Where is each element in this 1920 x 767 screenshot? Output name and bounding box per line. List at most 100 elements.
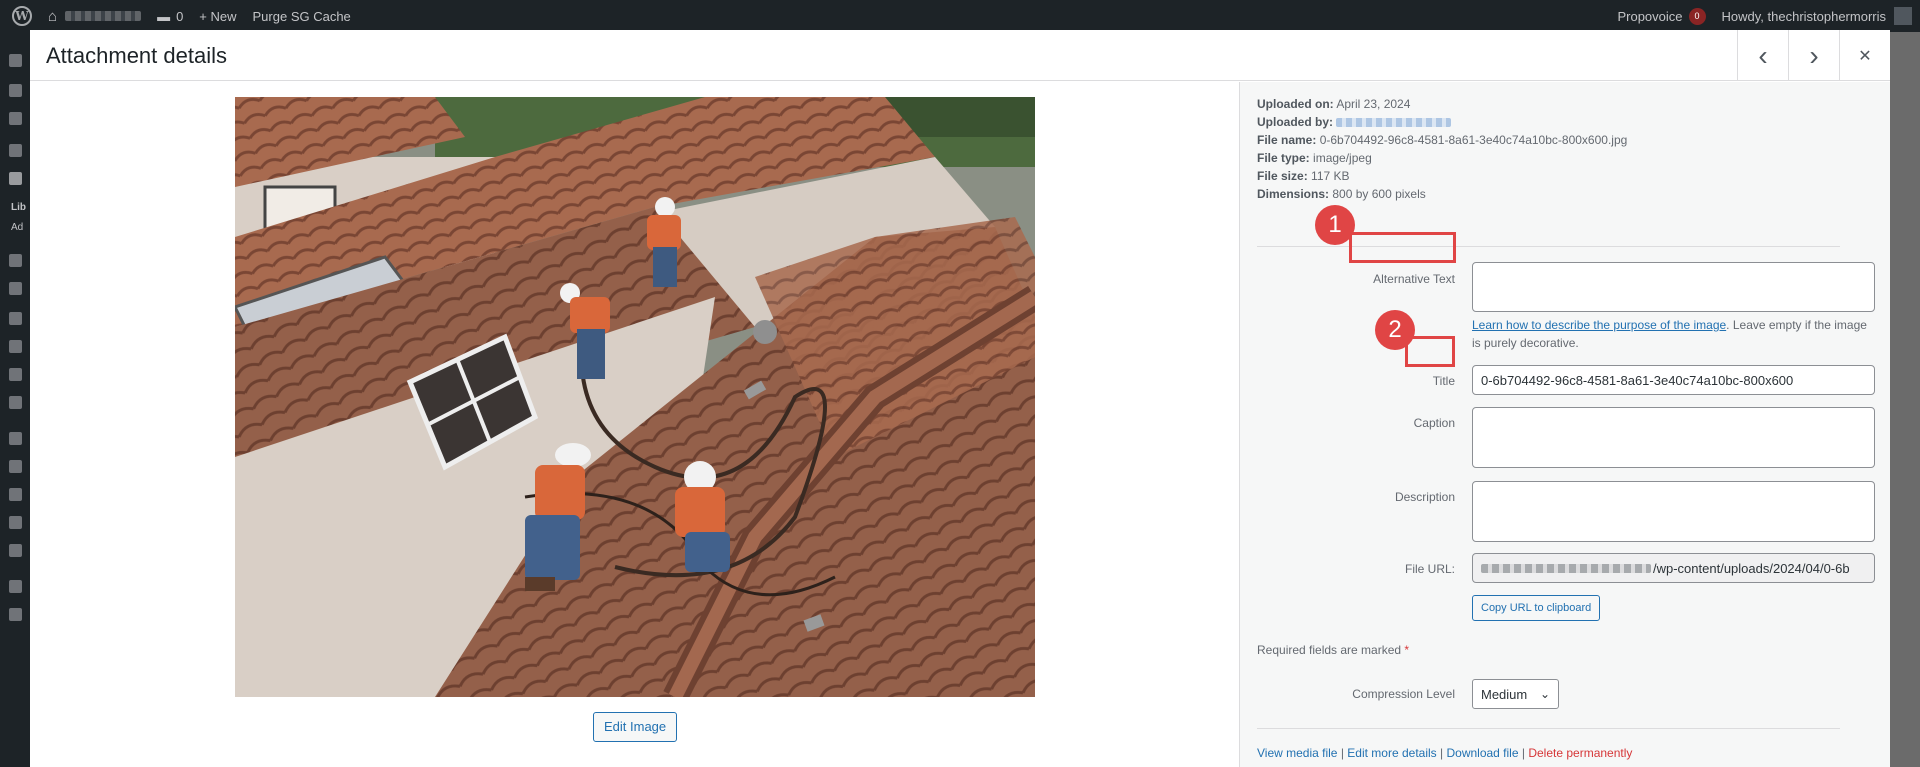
uploaded-on-row: Uploaded on: April 23, 2024 (1257, 95, 1627, 113)
dimensions-value: 800 by 600 pixels (1332, 187, 1426, 201)
uploaded-on-label: Uploaded on: (1257, 97, 1334, 111)
dimensions-row: Dimensions: 800 by 600 pixels (1257, 185, 1627, 203)
avatar (1894, 7, 1912, 25)
image-preview-pane: Edit Image (30, 82, 1239, 767)
file-type-value: image/jpeg (1313, 151, 1372, 165)
propovoice-menu[interactable]: Propovoice 0 (1609, 0, 1713, 32)
chevron-left-icon: ‹ (1758, 39, 1768, 71)
description-label: Description (1394, 490, 1455, 504)
uploaded-by-label: Uploaded by: (1257, 115, 1334, 129)
alt-text-help: Learn how to describe the purpose of the… (1472, 316, 1872, 352)
pin-icon[interactable] (9, 144, 22, 157)
users-group-icon[interactable] (9, 112, 22, 125)
annotation-marker-1: 1 (1315, 205, 1355, 245)
uploaded-by-row: Uploaded by: (1257, 113, 1627, 131)
file-type-row: File type: image/jpeg (1257, 149, 1627, 167)
uploaded-on-value: April 23, 2024 (1336, 97, 1411, 111)
previous-button[interactable]: ‹ (1737, 30, 1788, 81)
attachment-details-sidebar: Uploaded on: April 23, 2024 Uploaded by:… (1239, 82, 1890, 767)
edit-image-button[interactable]: Edit Image (593, 712, 678, 742)
file-url-domain-blurred (1481, 563, 1651, 573)
sidebar-item-library[interactable]: Lib (11, 202, 26, 213)
settings-icon[interactable] (9, 544, 22, 557)
required-fields-note: Required fields are marked * (1257, 643, 1409, 657)
close-button[interactable]: ✕ (1839, 30, 1890, 81)
chevron-right-icon: › (1809, 39, 1819, 71)
admin-bar: W ⌂ ▬ 0 + New Purge SG Cache Propovoice … (0, 0, 1920, 32)
purge-cache-label: Purge SG Cache (252, 8, 351, 24)
alt-text-help-link[interactable]: Learn how to describe the purpose of the… (1472, 318, 1726, 332)
caption-field[interactable] (1472, 407, 1875, 468)
plugin-extra-icon[interactable] (9, 580, 22, 593)
comments-icon[interactable] (9, 312, 22, 325)
close-icon: ✕ (1858, 47, 1872, 65)
separator: | (1440, 746, 1444, 760)
file-size-value: 117 KB (1311, 169, 1350, 183)
comments-menu[interactable]: ▬ 0 (149, 0, 191, 32)
file-name-row: File name: 0-6b704492-96c8-4581-8a61-3e4… (1257, 131, 1627, 149)
pin-icon-2[interactable] (9, 340, 22, 353)
edit-more-details-link[interactable]: Edit more details (1347, 746, 1436, 760)
compression-level-select[interactable]: Medium ⌄ (1472, 679, 1559, 709)
wp-logo-menu[interactable]: W (0, 0, 40, 32)
title-highlight-box (1405, 336, 1455, 367)
divider (1257, 246, 1840, 247)
pages-icon[interactable] (9, 254, 22, 267)
new-content-menu[interactable]: + New (191, 0, 244, 32)
tools-icon[interactable] (9, 516, 22, 529)
compression-level-label: Compression Level (1352, 687, 1455, 701)
plugins-icon[interactable] (9, 460, 22, 473)
admin-side-menu: Lib Ad (0, 32, 30, 767)
chevron-down-icon: ⌄ (1539, 687, 1550, 701)
copy-url-button[interactable]: Copy URL to clipboard (1472, 595, 1601, 621)
dimensions-label: Dimensions: (1257, 187, 1330, 201)
box-icon[interactable] (9, 368, 22, 381)
attachment-details-modal: Attachment details ‹ › ✕ Edit Image Uplo… (30, 30, 1890, 767)
file-metadata: Uploaded on: April 23, 2024 Uploaded by:… (1257, 95, 1627, 203)
divider (1257, 728, 1840, 729)
required-note-text: Required fields are marked (1257, 643, 1402, 657)
propovoice-label: Propovoice (1617, 8, 1683, 24)
attachment-image (235, 97, 1035, 697)
file-url-label: File URL: (1404, 562, 1455, 576)
table-icon[interactable] (9, 396, 22, 409)
file-type-label: File type: (1257, 151, 1310, 165)
comment-count: 0 (176, 8, 184, 24)
collapse-icon[interactable] (9, 608, 22, 621)
description-field[interactable] (1472, 481, 1875, 542)
alt-text-field[interactable] (1472, 262, 1875, 312)
next-button[interactable]: › (1788, 30, 1839, 81)
modal-title: Attachment details (46, 43, 227, 68)
site-name-blurred (65, 11, 142, 21)
site-name-menu[interactable]: ⌂ (40, 0, 149, 32)
media-icon[interactable] (9, 172, 22, 185)
caption-label: Caption (1413, 416, 1455, 430)
file-name-label: File name: (1257, 133, 1317, 147)
download-file-link[interactable]: Download file (1446, 746, 1518, 760)
file-size-row: File size: 117 KB (1257, 167, 1627, 185)
sidebar-item-add[interactable]: Ad (11, 222, 23, 233)
required-star: * (1404, 643, 1410, 657)
annotation-marker-2: 2 (1375, 310, 1415, 350)
separator: | (1521, 746, 1525, 760)
howdy-label: Howdy, thechristophermorris (1721, 8, 1886, 24)
compression-level-value: Medium (1481, 686, 1528, 702)
separator: | (1340, 746, 1344, 760)
appearance-icon[interactable] (9, 432, 22, 445)
filter-icon[interactable] (9, 282, 22, 295)
delete-permanently-link[interactable]: Delete permanently (1528, 746, 1632, 760)
wordpress-logo-icon: W (12, 6, 32, 26)
title-field[interactable]: 0-6b704492-96c8-4581-8a61-3e40c74a10bc-8… (1472, 365, 1875, 395)
users-icon[interactable] (9, 488, 22, 501)
dashboard-icon[interactable] (9, 54, 22, 67)
purge-cache-menu[interactable]: Purge SG Cache (245, 0, 359, 32)
uploaded-by-blurred (1336, 118, 1452, 128)
file-url-path: /wp-content/uploads/2024/04/0-6b (1653, 560, 1850, 576)
file-size-label: File size: (1257, 169, 1308, 183)
google-icon[interactable] (9, 84, 22, 97)
my-account-menu[interactable]: Howdy, thechristophermorris (1714, 0, 1920, 32)
home-icon: ⌂ (48, 7, 58, 25)
alt-text-highlight-box (1349, 232, 1456, 263)
view-media-file-link[interactable]: View media file (1257, 746, 1337, 760)
file-url-field[interactable]: /wp-content/uploads/2024/04/0-6b (1472, 553, 1875, 583)
